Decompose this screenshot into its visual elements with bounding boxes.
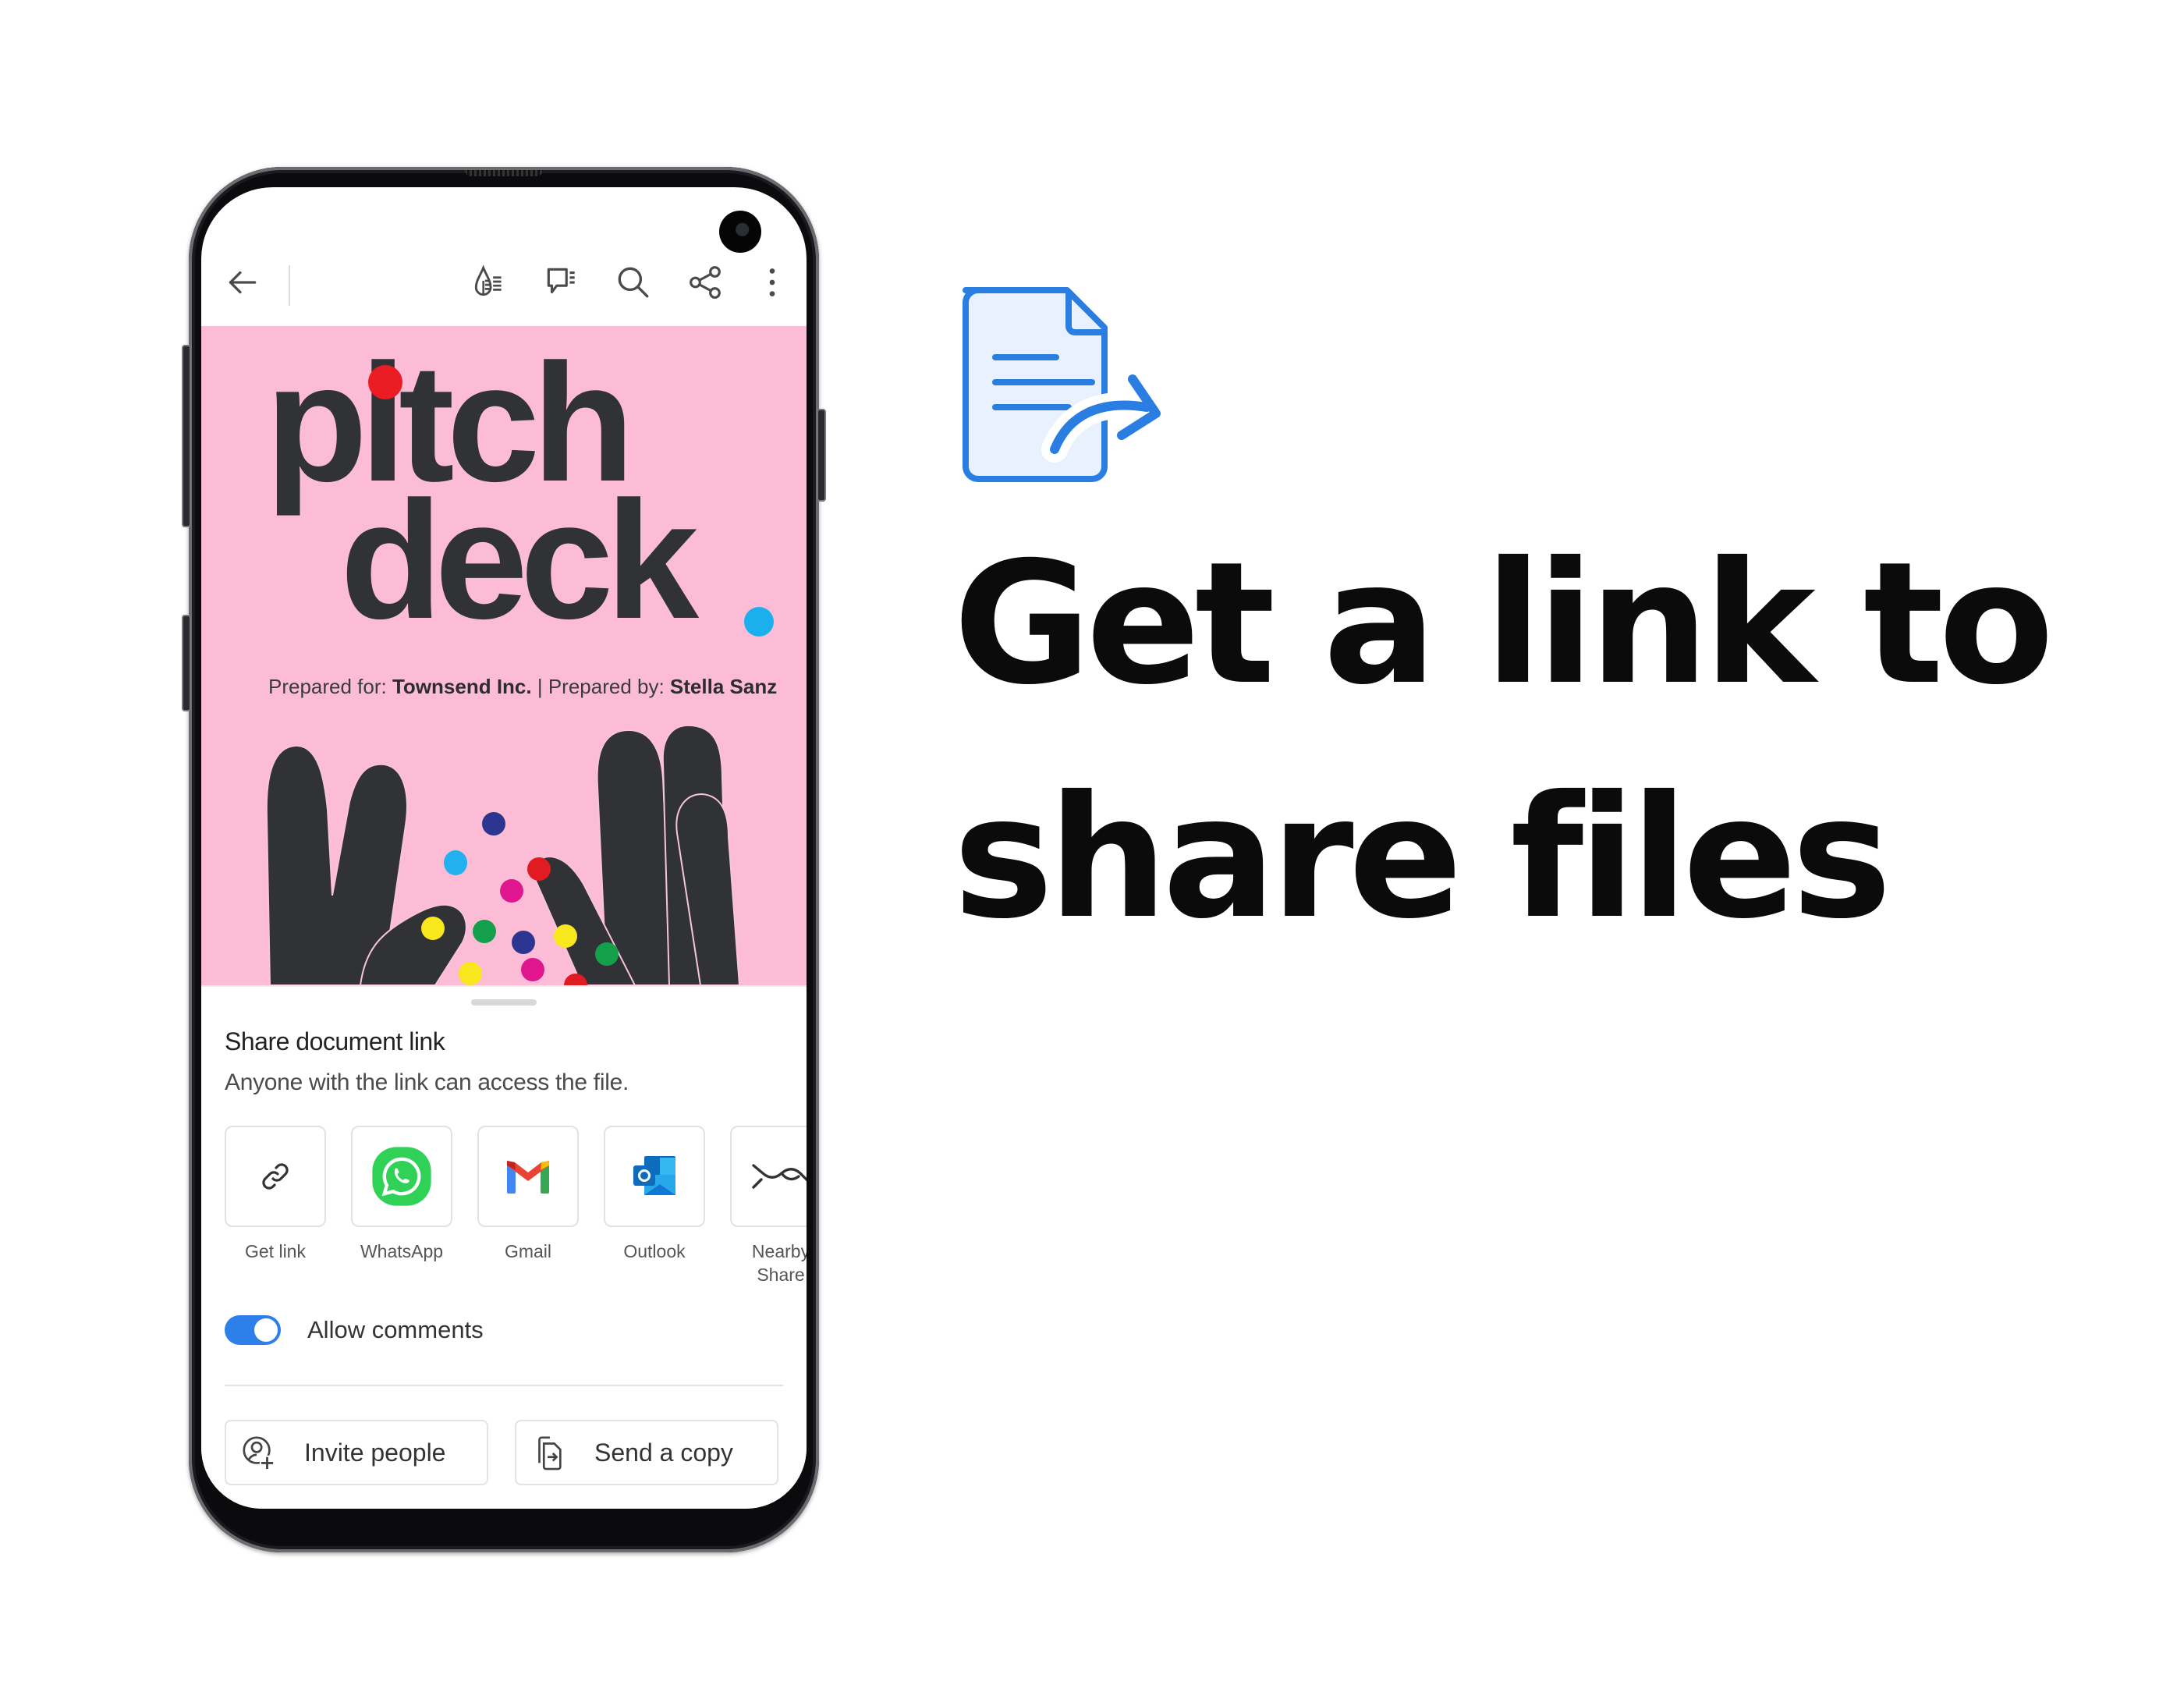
document-subtitle: Prepared for: Townsend Inc. | Prepared b… xyxy=(268,675,777,699)
sheet-divider xyxy=(225,1385,783,1386)
front-camera xyxy=(719,211,761,253)
hero-headline-line2: share files xyxy=(953,760,1892,956)
prepared-by-label: Prepared by: xyxy=(548,675,670,698)
share-target-get-link[interactable]: Get link xyxy=(225,1126,326,1263)
toolbar-divider xyxy=(289,265,290,306)
share-target-label: Outlook xyxy=(623,1241,686,1261)
send-a-copy-label: Send a copy xyxy=(594,1438,733,1467)
phone-mockup: pitch deck Prepared for: Townsend Inc. |… xyxy=(182,167,826,1552)
earpiece-speaker xyxy=(465,170,543,176)
volume-button xyxy=(182,345,191,527)
share-target-label: WhatsApp xyxy=(360,1241,444,1261)
invite-people-label: Invite people xyxy=(304,1438,446,1467)
share-target-label: Nearby Share xyxy=(751,1241,807,1285)
send-a-copy-button[interactable]: Send a copy xyxy=(515,1420,778,1485)
arrow-left-icon xyxy=(229,271,257,294)
liquid-mode-icon xyxy=(474,264,502,296)
prepared-by-value: Stella Sanz xyxy=(669,675,778,698)
share-target-label: Gmail xyxy=(504,1241,552,1261)
comment-icon xyxy=(547,268,575,294)
share-target-tile xyxy=(351,1126,452,1227)
hands-illustration xyxy=(265,724,741,985)
invite-person-icon xyxy=(243,1436,275,1470)
prepared-for-label: Prepared for: xyxy=(268,675,392,698)
back-button[interactable] xyxy=(217,257,267,307)
document-title: pitch deck xyxy=(265,339,699,644)
blue-dot-decoration xyxy=(744,607,774,637)
share-target-tile xyxy=(477,1126,579,1227)
whatsapp-icon xyxy=(372,1147,431,1206)
toggle-knob xyxy=(254,1318,278,1342)
more-button[interactable] xyxy=(747,257,797,307)
share-target-gmail[interactable]: Gmail xyxy=(477,1126,579,1263)
share-target-whatsapp[interactable]: WhatsApp xyxy=(351,1126,452,1263)
share-target-nearby-share[interactable]: Nearby Share xyxy=(730,1126,807,1286)
power-button xyxy=(817,409,826,502)
share-target-tile xyxy=(604,1126,705,1227)
link-icon xyxy=(262,1163,289,1190)
phone-screen: pitch deck Prepared for: Townsend Inc. |… xyxy=(201,187,807,1509)
allow-comments-label: Allow comments xyxy=(307,1316,484,1343)
share-target-tile xyxy=(225,1126,326,1227)
invite-people-button[interactable]: Invite people xyxy=(225,1420,488,1485)
comment-button[interactable] xyxy=(537,257,587,307)
share-bottom-sheet: Share document link Anyone with the link… xyxy=(201,985,807,1509)
more-vertical-icon xyxy=(769,268,775,296)
bixby-button xyxy=(182,615,191,711)
outlook-icon xyxy=(633,1156,675,1195)
hero-headline: Get a link to share files xyxy=(953,507,2055,975)
allow-comments-row[interactable]: Allow comments xyxy=(225,1311,484,1350)
document-share-icon xyxy=(963,287,1161,482)
search-button[interactable] xyxy=(608,257,658,307)
share-target-outlook[interactable]: Outlook xyxy=(604,1126,705,1263)
red-dot-decoration xyxy=(368,365,402,399)
sheet-drag-handle[interactable] xyxy=(471,999,537,1006)
hero-headline-line1: Get a link to xyxy=(953,526,2055,722)
share-sheet-description: Anyone with the link can access the file… xyxy=(225,1070,629,1095)
share-icon xyxy=(690,266,721,299)
share-button[interactable] xyxy=(680,257,730,307)
liquid-mode-button[interactable] xyxy=(465,257,515,307)
prepared-for-value: Townsend Inc. xyxy=(392,675,532,698)
allow-comments-toggle[interactable] xyxy=(225,1315,281,1345)
document-preview[interactable]: pitch deck Prepared for: Townsend Inc. |… xyxy=(201,326,807,985)
share-target-label: Get link xyxy=(245,1241,306,1261)
nearby-share-icon xyxy=(752,1164,807,1189)
subtitle-separator: | xyxy=(531,675,548,698)
share-sheet-title: Share document link xyxy=(225,1027,445,1055)
send-copy-icon xyxy=(538,1436,562,1470)
share-targets: Get link WhatsApp Gmail Outlook Nearby S… xyxy=(225,1126,807,1313)
share-target-tile xyxy=(730,1126,807,1227)
search-icon xyxy=(618,267,649,298)
gmail-icon xyxy=(507,1161,549,1194)
